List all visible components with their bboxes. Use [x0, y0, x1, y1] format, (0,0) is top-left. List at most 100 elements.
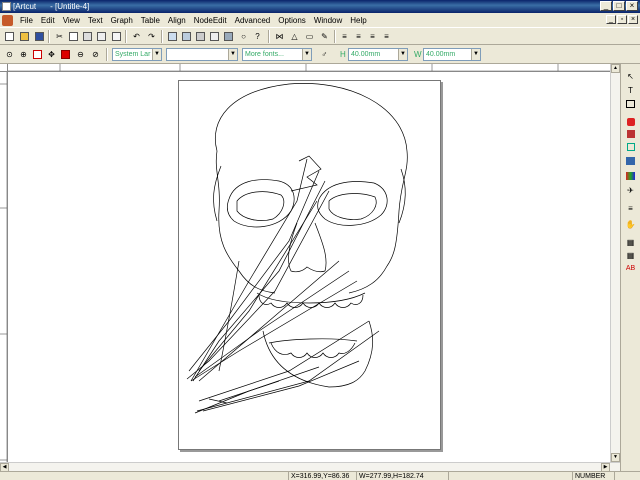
chevron-down-icon[interactable]: ▼ — [152, 49, 161, 60]
menu-edit[interactable]: Edit — [37, 16, 59, 25]
left-align-icon[interactable]: ≡ — [338, 30, 351, 43]
align-icon[interactable]: △ — [288, 30, 301, 43]
redo-icon[interactable]: ↷ — [145, 30, 158, 43]
open-icon[interactable] — [18, 30, 31, 43]
chevron-down-icon[interactable]: ▼ — [228, 49, 237, 60]
clipboard-icon[interactable] — [110, 30, 123, 43]
menu-graph[interactable]: Graph — [107, 16, 137, 25]
menu-view[interactable]: View — [59, 16, 84, 25]
menu-nodeedit[interactable]: NodeEdit — [190, 16, 231, 25]
justify-icon[interactable]: ≡ — [380, 30, 393, 43]
chevron-down-icon[interactable]: ▼ — [471, 49, 480, 60]
more-fonts-value: More fonts... — [245, 51, 284, 58]
preview-icon[interactable] — [208, 30, 221, 43]
horizontal-scrollbar[interactable]: ◀ ▶ — [0, 462, 620, 472]
page-setup-icon[interactable] — [180, 30, 193, 43]
transform-icon[interactable]: ▭ — [303, 30, 316, 43]
chevron-down-icon[interactable]: ▼ — [302, 49, 311, 60]
table-icon[interactable] — [624, 155, 637, 167]
copy-icon[interactable] — [67, 30, 80, 43]
chevron-down-icon[interactable]: ▼ — [398, 49, 407, 60]
print-icon[interactable] — [194, 30, 207, 43]
menu-text[interactable]: Text — [84, 16, 107, 25]
maximize-button[interactable]: □ — [613, 1, 625, 11]
vertical-ruler — [0, 72, 8, 462]
toolbar-separator — [334, 30, 336, 43]
spell-icon[interactable]: AB — [624, 262, 637, 274]
node-tool-icon[interactable] — [624, 98, 637, 110]
shape-icon[interactable] — [624, 141, 637, 153]
fill-icon[interactable] — [624, 116, 637, 128]
page[interactable] — [178, 80, 441, 450]
toolbar-separator — [125, 30, 127, 43]
bulb-icon[interactable]: ○ — [237, 30, 250, 43]
color-icon[interactable] — [59, 48, 72, 61]
menu-help[interactable]: Help — [346, 16, 370, 25]
zoom-in-icon[interactable]: ⊕ — [17, 48, 30, 61]
zoom-fit-icon[interactable]: ⊘ — [89, 48, 102, 61]
zoom-icon[interactable]: ⊙ — [3, 48, 16, 61]
doc-icon[interactable]: ≡ — [624, 202, 637, 214]
width-field[interactable]: 40.00mm ▼ — [423, 48, 481, 61]
cut-plot-icon[interactable]: ✈ — [624, 184, 637, 196]
page-icon[interactable] — [166, 30, 179, 43]
text-effect-icon[interactable]: ♂ — [318, 48, 331, 61]
height-value: 40.00mm — [351, 51, 381, 58]
menu-file[interactable]: File — [16, 16, 37, 25]
undo-icon[interactable]: ↶ — [130, 30, 143, 43]
new-icon[interactable] — [3, 30, 16, 43]
style-combo[interactable]: ▼ — [166, 48, 238, 61]
text-tool-icon[interactable]: T — [624, 84, 637, 96]
pointer-icon[interactable]: ↖ — [624, 70, 637, 82]
menu-options[interactable]: Options — [274, 16, 310, 25]
layer-icon[interactable]: ▦ — [624, 236, 637, 248]
help-icon[interactable]: ? — [251, 30, 264, 43]
close-button[interactable]: × — [626, 1, 638, 11]
menu-advanced[interactable]: Advanced — [231, 16, 275, 25]
zoom-select-icon[interactable] — [31, 48, 44, 61]
doc-restore-button[interactable]: ▫ — [617, 15, 627, 24]
output-icon[interactable] — [222, 30, 235, 43]
doc-minimize-button[interactable]: _ — [606, 15, 616, 24]
pan-icon[interactable]: ✥ — [45, 48, 58, 61]
center-align-icon[interactable]: ≡ — [352, 30, 365, 43]
tool-palette: ↖ T ✈ ≡ ✋ ▦ ▦ AB — [620, 64, 640, 471]
more-fonts-combo[interactable]: More fonts... ▼ — [242, 48, 312, 61]
vertical-scrollbar[interactable]: ▲ ▼ — [610, 64, 620, 462]
menu-window[interactable]: Window — [310, 16, 346, 25]
app-icon — [2, 2, 11, 11]
grid-icon[interactable]: ⋈ — [273, 30, 286, 43]
menu-bar: File Edit View Text Graph Table Align No… — [0, 13, 640, 27]
layer2-icon[interactable]: ▦ — [624, 249, 637, 261]
scroll-up-icon[interactable]: ▲ — [611, 64, 620, 73]
toolbar-separator — [268, 30, 270, 43]
minimize-button[interactable]: _ — [600, 1, 612, 11]
menu-table[interactable]: Table — [137, 16, 164, 25]
menu-align[interactable]: Align — [164, 16, 190, 25]
bucket-icon[interactable] — [624, 128, 637, 140]
standard-toolbar: ✂ ↶ ↷ ○ ? ⋈ △ ▭ ✎ ≡ ≡ ≡ ≡ — [0, 27, 640, 45]
doc-title: - [Untitle-4] — [50, 2, 90, 11]
save-icon[interactable] — [33, 30, 46, 43]
toolbar-separator — [161, 30, 163, 43]
selection-size: W=277.99,H=182.74 — [356, 472, 446, 480]
right-align-icon[interactable]: ≡ — [366, 30, 379, 43]
skull-drawing[interactable] — [179, 81, 442, 451]
paste-icon[interactable] — [81, 30, 94, 43]
ruler-corner — [0, 64, 8, 72]
drawing-canvas[interactable] — [8, 72, 610, 462]
num-lock-indicator: NUMBER — [572, 472, 612, 480]
palette-icon[interactable] — [624, 170, 637, 182]
hand-icon[interactable]: ✋ — [624, 218, 637, 230]
cut-icon[interactable]: ✂ — [53, 30, 66, 43]
edit-icon[interactable]: ✎ — [318, 30, 331, 43]
horizontal-ruler — [8, 64, 610, 72]
height-field[interactable]: 40.00mm ▼ — [348, 48, 408, 61]
scroll-down-icon[interactable]: ▼ — [611, 453, 620, 462]
document-icon[interactable] — [2, 14, 13, 26]
font-combo[interactable]: System Lar ▼ — [112, 48, 162, 61]
doc-close-button[interactable]: × — [628, 15, 638, 24]
status-empty — [448, 472, 568, 480]
zoom-out-icon[interactable]: ⊖ — [74, 48, 87, 61]
paste-special-icon[interactable] — [95, 30, 108, 43]
